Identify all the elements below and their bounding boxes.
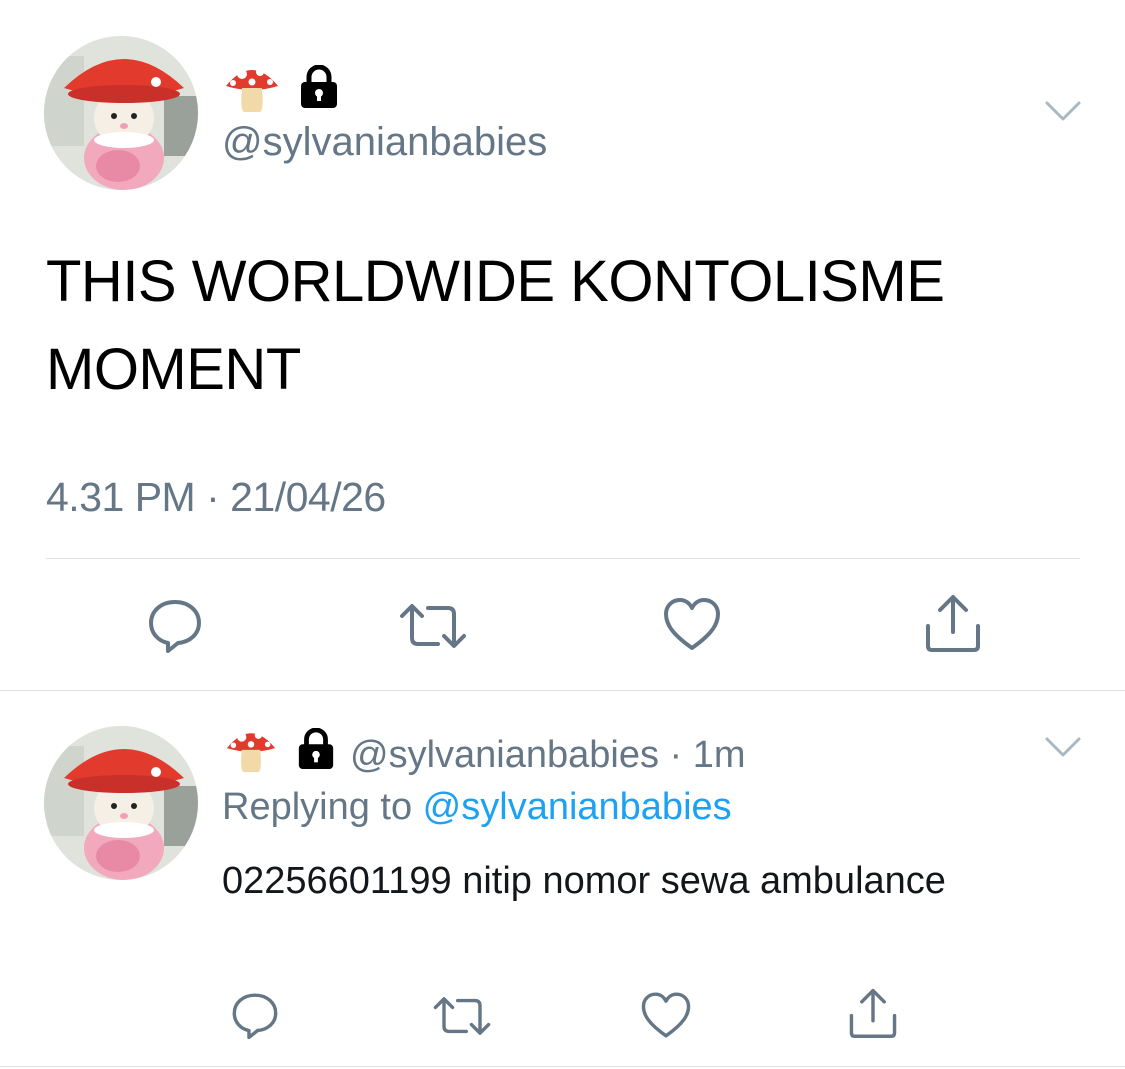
chevron-down-icon[interactable]: [1044, 734, 1082, 765]
reply-icon[interactable]: [230, 990, 280, 1045]
lock-icon: [296, 727, 336, 781]
replying-to: Replying to @sylvanianbabies: [222, 784, 732, 830]
chevron-down-icon[interactable]: [1044, 98, 1082, 129]
like-icon[interactable]: [640, 990, 692, 1045]
divider: [46, 558, 1080, 559]
tweet-timestamp[interactable]: 4.31 PM · 21/04/26: [46, 472, 386, 522]
tweet-handle[interactable]: @sylvanianbabies: [222, 118, 547, 166]
reply-avatar[interactable]: [44, 726, 198, 880]
like-icon[interactable]: [662, 596, 722, 657]
avatar[interactable]: [44, 36, 198, 190]
reply-time: 1m: [692, 733, 746, 776]
retweet-icon[interactable]: [432, 992, 492, 1045]
tweet-text: THIS WORLDWIDE KONTOLISME MOMENT: [46, 249, 945, 402]
separator: ·: [658, 733, 693, 776]
mushroom-emoji-icon: [222, 60, 282, 119]
lock-icon: [298, 64, 340, 114]
share-icon[interactable]: [924, 592, 982, 659]
reply-text: 02256601199 nitip nomor sewa ambulance: [222, 860, 946, 902]
retweet-icon[interactable]: [398, 598, 468, 659]
reply-handle[interactable]: @sylvanianbabies: [350, 732, 659, 778]
name-line: [222, 60, 340, 119]
divider: [0, 1066, 1125, 1067]
reply-icon[interactable]: [146, 596, 204, 659]
mushroom-emoji-icon: [222, 724, 280, 785]
reply-header: @sylvanianbabies · 1m: [222, 724, 746, 785]
divider: [0, 690, 1125, 691]
share-icon[interactable]: [848, 986, 898, 1045]
replying-mention-link[interactable]: @sylvanianbabies: [423, 786, 732, 828]
replying-prefix: Replying to: [222, 786, 423, 828]
